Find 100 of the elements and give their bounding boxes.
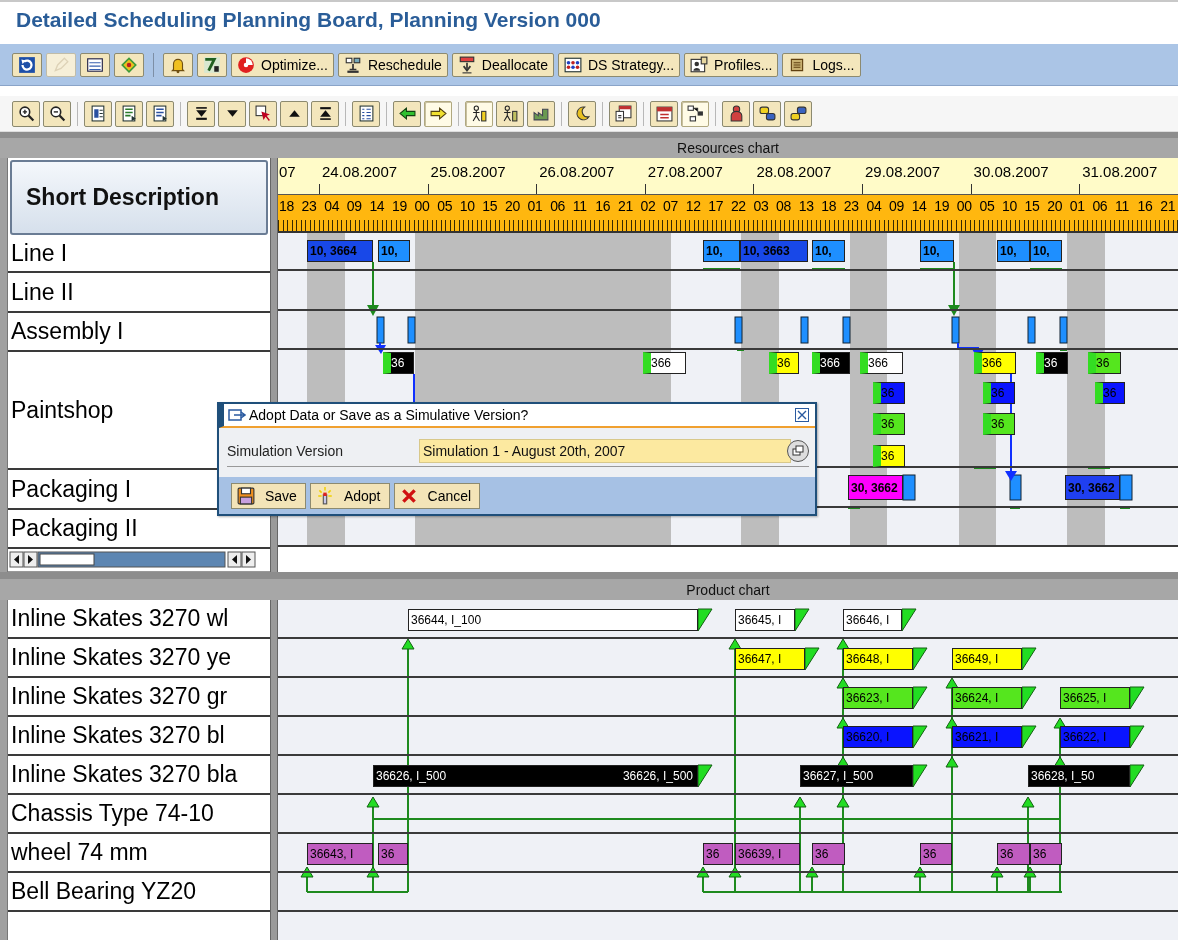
toolbar-icon-button[interactable] (146, 100, 174, 127)
schedule-bar[interactable]: 36 (383, 352, 414, 374)
toolbar-button[interactable]: Optimize... (231, 52, 334, 77)
bar-label: 36 (1044, 356, 1058, 370)
bar-label: 36 (1103, 386, 1117, 400)
diamond-icon (120, 55, 138, 74)
toolbar-icon-button[interactable] (80, 52, 110, 77)
operation-bar[interactable] (1119, 474, 1133, 501)
schedule-bar[interactable]: 36 (983, 413, 1015, 435)
toolbar-icon-button[interactable] (197, 52, 227, 77)
toolbar-button[interactable]: Logs... (782, 52, 861, 77)
pegging-arrow (913, 866, 927, 893)
schedule-bar[interactable]: 30, 3662 (848, 475, 903, 500)
toolbar-button[interactable]: Profiles... (684, 52, 779, 77)
toolbar-icon-button[interactable] (753, 100, 781, 127)
schedule-bar[interactable]: 36627, I_500 (800, 765, 913, 787)
schedule-bar[interactable]: 36647, I (735, 648, 805, 670)
schedule-bar[interactable]: 10, (1030, 240, 1062, 262)
toolbar-icon-button[interactable] (496, 100, 524, 127)
horizontal-scrollbar[interactable] (8, 549, 270, 572)
schedule-bar[interactable]: 36 (920, 843, 952, 865)
page-title: Detailed Scheduling Planning Board, Planning Version 000 (15, 7, 601, 32)
toolbar-icon-button[interactable] (187, 100, 215, 127)
close-icon (797, 410, 807, 420)
schedule-bar[interactable]: 36 (873, 445, 905, 467)
schedule-bar[interactable]: 10, (703, 240, 740, 262)
simulation-version-field[interactable]: Simulation 1 - August 20th, 2007 (419, 439, 791, 463)
triangle-marker (794, 608, 810, 632)
schedule-bar[interactable]: 36649, I (952, 648, 1022, 670)
schedule-bar[interactable]: 10, (920, 240, 954, 262)
toolbar-icon-button[interactable] (784, 100, 812, 127)
schedule-bar[interactable]: 36645, I (735, 609, 795, 631)
toolbar-icon-button[interactable] (280, 100, 308, 127)
toolbar-icon-button[interactable] (393, 100, 421, 127)
schedule-bar[interactable]: 36644, I_100 (408, 609, 698, 631)
moon-icon (573, 105, 591, 122)
schedule-bar[interactable]: 366 (643, 352, 686, 374)
toolbar-button[interactable]: DS Strategy... (558, 52, 681, 77)
schedule-bar[interactable]: 36623, I (843, 687, 913, 709)
bar-label: 36626, I_500 (622, 769, 693, 783)
schedule-bar[interactable]: 10, (997, 240, 1030, 262)
schedule-bar[interactable]: 36 (1036, 352, 1068, 374)
status-mark (703, 268, 740, 271)
schedule-bar[interactable]: 36628, I_50 (1028, 765, 1130, 787)
schedule-bar[interactable]: 36 (1088, 352, 1121, 374)
schedule-bar[interactable]: 10, (378, 240, 410, 262)
dialog-button[interactable]: Adopt (309, 482, 390, 509)
toolbar-icon-button[interactable] (568, 100, 596, 127)
schedule-bar[interactable]: 36643, I (307, 843, 373, 865)
schedule-bar[interactable]: 36 (703, 843, 733, 865)
bar-label: 36621, I (955, 730, 999, 744)
bar-label: 36645, I (738, 613, 782, 627)
schedule-bar[interactable]: 36 (769, 352, 799, 374)
toolbar-icon-button[interactable] (12, 52, 42, 77)
dialog-button[interactable]: Save (231, 482, 306, 509)
schedule-bar[interactable]: 36648, I (843, 648, 913, 670)
close-button[interactable] (795, 408, 809, 422)
toolbar-icon-button[interactable] (43, 100, 71, 127)
network-icon (686, 105, 704, 122)
toolbar-icon-button[interactable] (163, 52, 193, 77)
toolbar-icon-button[interactable] (12, 100, 40, 127)
hour-label: 20 (1047, 198, 1064, 214)
schedule-bar[interactable]: 36646, I (843, 609, 902, 631)
dialog-button[interactable]: Cancel (393, 482, 481, 509)
schedule-bar[interactable]: 36 (378, 843, 408, 865)
toolbar-icon-button[interactable] (218, 100, 246, 127)
bar-label: 36625, I (1063, 691, 1107, 705)
schedule-bar[interactable]: 36 (1030, 843, 1062, 865)
schedule-bar[interactable]: 36 (812, 843, 845, 865)
bar-label: 36648, I (846, 652, 890, 666)
toolbar-icon-button[interactable] (84, 100, 112, 127)
schedule-bar[interactable]: 36624, I (952, 687, 1022, 709)
schedule-bar[interactable]: 366 (860, 352, 903, 374)
toolbar-button[interactable]: Deallocate (451, 52, 554, 77)
toolbar-button[interactable]: Reschedule (337, 52, 448, 77)
schedule-bar[interactable]: 36 (873, 413, 905, 435)
hour-label: 09 (889, 198, 905, 214)
operation-bar[interactable] (902, 474, 916, 501)
triangle-marker (912, 725, 928, 749)
schedule-bar[interactable]: 36625, I (1060, 687, 1130, 709)
bar-label: 10, (1033, 244, 1050, 258)
toolbar-icon-button[interactable] (424, 100, 452, 127)
schedule-bar[interactable]: 366 (974, 352, 1016, 374)
schedule-bar[interactable]: 36 (997, 843, 1030, 865)
toolbar-icon-button[interactable] (527, 100, 555, 127)
toolbar-icon-button[interactable] (609, 100, 637, 127)
schedule-bar[interactable]: 366 (812, 352, 850, 374)
toolbar-icon-button[interactable] (681, 100, 709, 127)
toolbar-icon-button[interactable] (311, 100, 339, 127)
toolbar-icon-button[interactable] (465, 100, 493, 127)
column-header-button[interactable]: Short Description (10, 160, 268, 235)
schedule-bar[interactable]: 10, (812, 240, 845, 262)
field-label: Simulation Version (227, 443, 344, 459)
toolbar-icon-button[interactable] (249, 100, 277, 127)
hour-label: 10 (459, 198, 476, 214)
toolbar-icon-button[interactable] (722, 100, 750, 127)
arrow-down-icon (457, 55, 476, 74)
bar-label: 36 (923, 847, 937, 861)
schedule-bar[interactable]: 36639, I (735, 843, 800, 865)
schedule-bar[interactable]: 36626, I_500 36626, I_500 (373, 765, 698, 787)
